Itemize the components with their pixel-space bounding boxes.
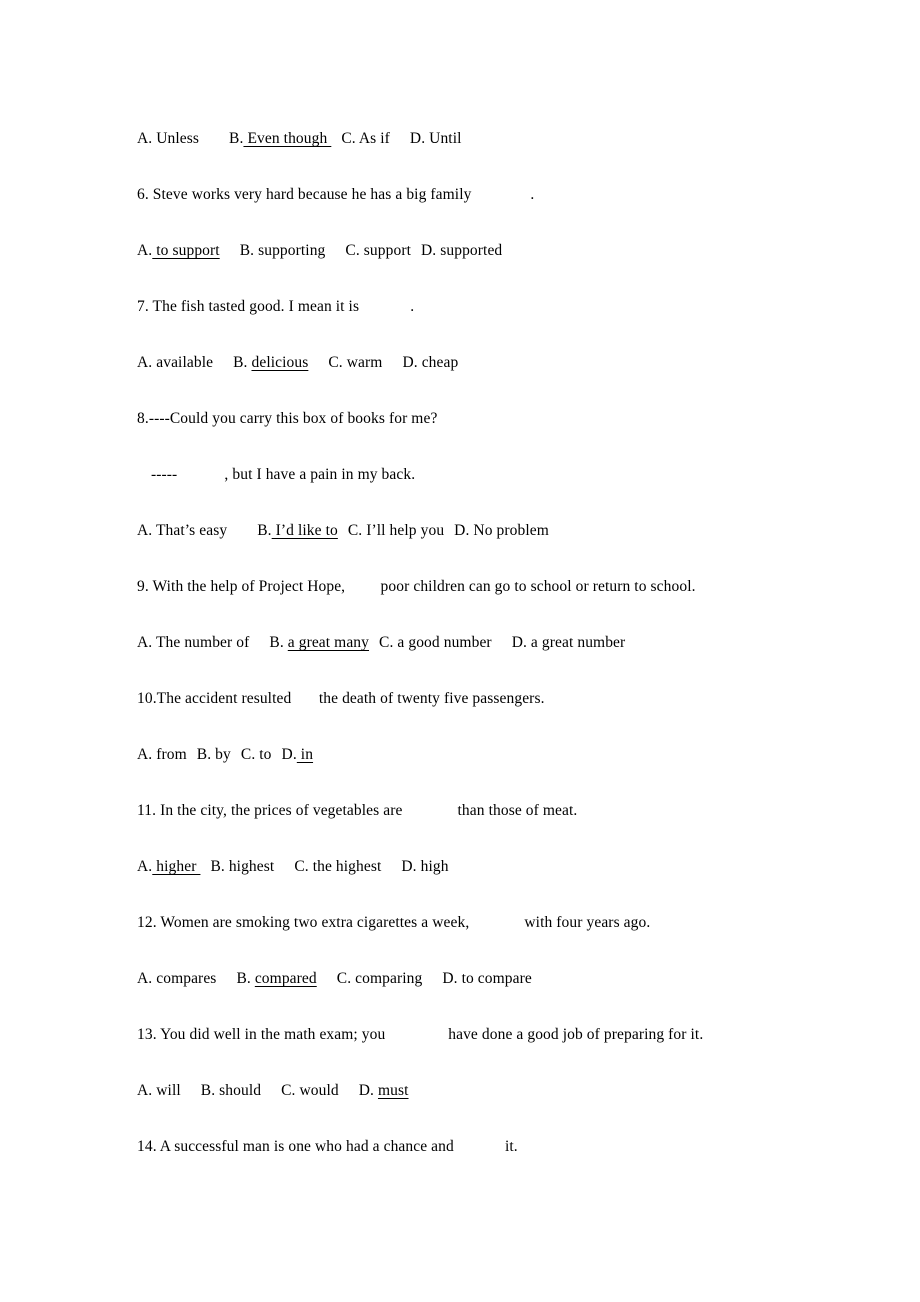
- text-run: A. The number of: [137, 634, 250, 651]
- text-run: 8.----Could you carry this box of books …: [137, 410, 438, 427]
- marked-answer-text: must: [377, 1082, 409, 1099]
- text-run: with four years ago.: [520, 914, 651, 931]
- answer-options-line: A. The number of B. a great many C. a good…: [137, 633, 837, 669]
- text-run: D. a great number: [511, 634, 626, 651]
- fill-in-blank: ______: [406, 802, 453, 819]
- text-run: D.: [281, 746, 297, 763]
- fill-in-blank: ______: [473, 914, 520, 931]
- fill-in-blank: _______: [389, 1026, 444, 1043]
- answer-options-line: A. That’s easy B. I’d like to C. I’ll help…: [137, 521, 837, 557]
- text-run: .: [530, 186, 535, 203]
- text-run: 11. In the city, the prices of vegetable…: [137, 802, 407, 819]
- text-run: , but I have a pain in my back.: [224, 466, 416, 483]
- fill-in-blank: _______: [475, 186, 530, 203]
- answer-options-line: A. higher B. highest C. the highest D. hig…: [137, 857, 837, 893]
- answer-options-line: A. compares B. compared C. comparing D. to …: [137, 969, 837, 1005]
- marked-answer-text: Even though: [243, 130, 332, 147]
- text-run: A.: [137, 858, 153, 875]
- text-run: B.: [257, 522, 272, 539]
- marked-answer-text: compared: [254, 970, 317, 987]
- question-stem-line: 12. Women are smoking two extra cigarett…: [137, 913, 837, 949]
- text-run: B. supporting: [239, 242, 326, 259]
- marked-answer-text: I’d like to: [271, 522, 338, 539]
- answer-options-line: A. will B. should C. would D. must: [137, 1081, 837, 1117]
- text-run: 14. A successful man is one who had a ch…: [137, 1138, 458, 1155]
- text-run: have done a good job of preparing for it…: [444, 1026, 704, 1043]
- text-run: B. should: [200, 1082, 262, 1099]
- answer-options-line: A. from B. by C. to D. in: [137, 745, 837, 781]
- question-stem-line: 11. In the city, the prices of vegetable…: [137, 801, 837, 837]
- text-run: poor children can go to school or return…: [380, 578, 696, 595]
- text-run: 10.The accident resulted: [137, 690, 296, 707]
- question-stem-line: 9. With the help of Project Hope, ____po…: [137, 577, 837, 613]
- text-run: D. cheap: [402, 354, 459, 371]
- text-run: 12. Women are smoking two extra cigarett…: [137, 914, 474, 931]
- worksheet-page: A. Unless B. Even though C. As if D. Until…: [0, 0, 920, 1302]
- text-run: 6. Steve works very hard because he has …: [137, 186, 476, 203]
- text-run: it.: [504, 1138, 518, 1155]
- text-run: C. warm: [328, 354, 383, 371]
- text-run: B.: [229, 130, 244, 147]
- text-run: A.: [137, 242, 153, 259]
- question-stem-line: 8.----Could you carry this box of books …: [137, 409, 837, 445]
- answer-options-line: A. Unless B. Even though C. As if D. Until: [137, 129, 837, 165]
- question-stem-line: -----______, but I have a pain in my bac…: [137, 465, 837, 501]
- fill-in-blank: ______: [363, 298, 410, 315]
- text-run: D.: [358, 1082, 378, 1099]
- marked-answer-text: delicious: [251, 354, 309, 371]
- text-run: C. the highest: [294, 858, 382, 875]
- text-run: A. will: [137, 1082, 181, 1099]
- marked-answer-text: to support: [152, 242, 220, 259]
- text-run: D. to compare: [442, 970, 532, 987]
- text-run: D. supported: [421, 242, 503, 259]
- text-run: 7. The fish tasted good. I mean it is: [137, 298, 364, 315]
- text-run: C. to: [240, 746, 272, 763]
- text-run: A. compares: [137, 970, 217, 987]
- text-run: C. comparing: [336, 970, 423, 987]
- text-run: B. highest: [210, 858, 275, 875]
- text-run: .: [410, 298, 415, 315]
- fill-in-blank: ___: [295, 690, 319, 707]
- text-run: D. high: [401, 858, 449, 875]
- fill-in-blank: ____: [349, 578, 380, 595]
- text-run: B.: [269, 634, 288, 651]
- text-run: C. would: [281, 1082, 339, 1099]
- text-run: A. from: [137, 746, 187, 763]
- text-run: D. No problem: [454, 522, 549, 539]
- text-run: C. a good number: [379, 634, 492, 651]
- text-run: B. by: [196, 746, 231, 763]
- text-run: the death of twenty five passengers.: [318, 690, 545, 707]
- text-run: D. Until: [409, 130, 462, 147]
- text-run: B.: [233, 354, 252, 371]
- question-stem-line: 6. Steve works very hard because he has …: [137, 185, 837, 221]
- fill-in-blank: ______: [458, 1138, 505, 1155]
- text-run: A. available: [137, 354, 214, 371]
- text-run: A. Unless: [137, 130, 200, 147]
- text-run: C. I’ll help you: [347, 522, 445, 539]
- marked-answer-text: in: [296, 746, 314, 763]
- marked-answer-text: a great many: [287, 634, 370, 651]
- question-stem-line: 14. A successful man is one who had a ch…: [137, 1137, 837, 1173]
- answer-options-line: A. to support B. supporting C. support D. s…: [137, 241, 837, 277]
- text-run: 9. With the help of Project Hope,: [137, 578, 350, 595]
- text-run: A. That’s easy: [137, 522, 228, 539]
- marked-answer-text: higher: [152, 858, 201, 875]
- text-run: 13. You did well in the math exam; you: [137, 1026, 390, 1043]
- text-run: C. support: [345, 242, 411, 259]
- text-run: -----: [151, 466, 178, 483]
- question-stem-line: 7. The fish tasted good. I mean it is __…: [137, 297, 837, 333]
- answer-options-line: A. available B. delicious C. warm D. cheap: [137, 353, 837, 389]
- text-run: than those of meat.: [453, 802, 578, 819]
- question-stem-line: 13. You did well in the math exam; you _…: [137, 1025, 837, 1061]
- fill-in-blank: ______: [177, 466, 224, 483]
- question-stem-line: 10.The accident resulted ___the death of…: [137, 689, 837, 725]
- text-run: B.: [236, 970, 255, 987]
- question-list: A. Unless B. Even though C. As if D. Until…: [137, 129, 837, 1193]
- text-run: C. As if: [341, 130, 390, 147]
